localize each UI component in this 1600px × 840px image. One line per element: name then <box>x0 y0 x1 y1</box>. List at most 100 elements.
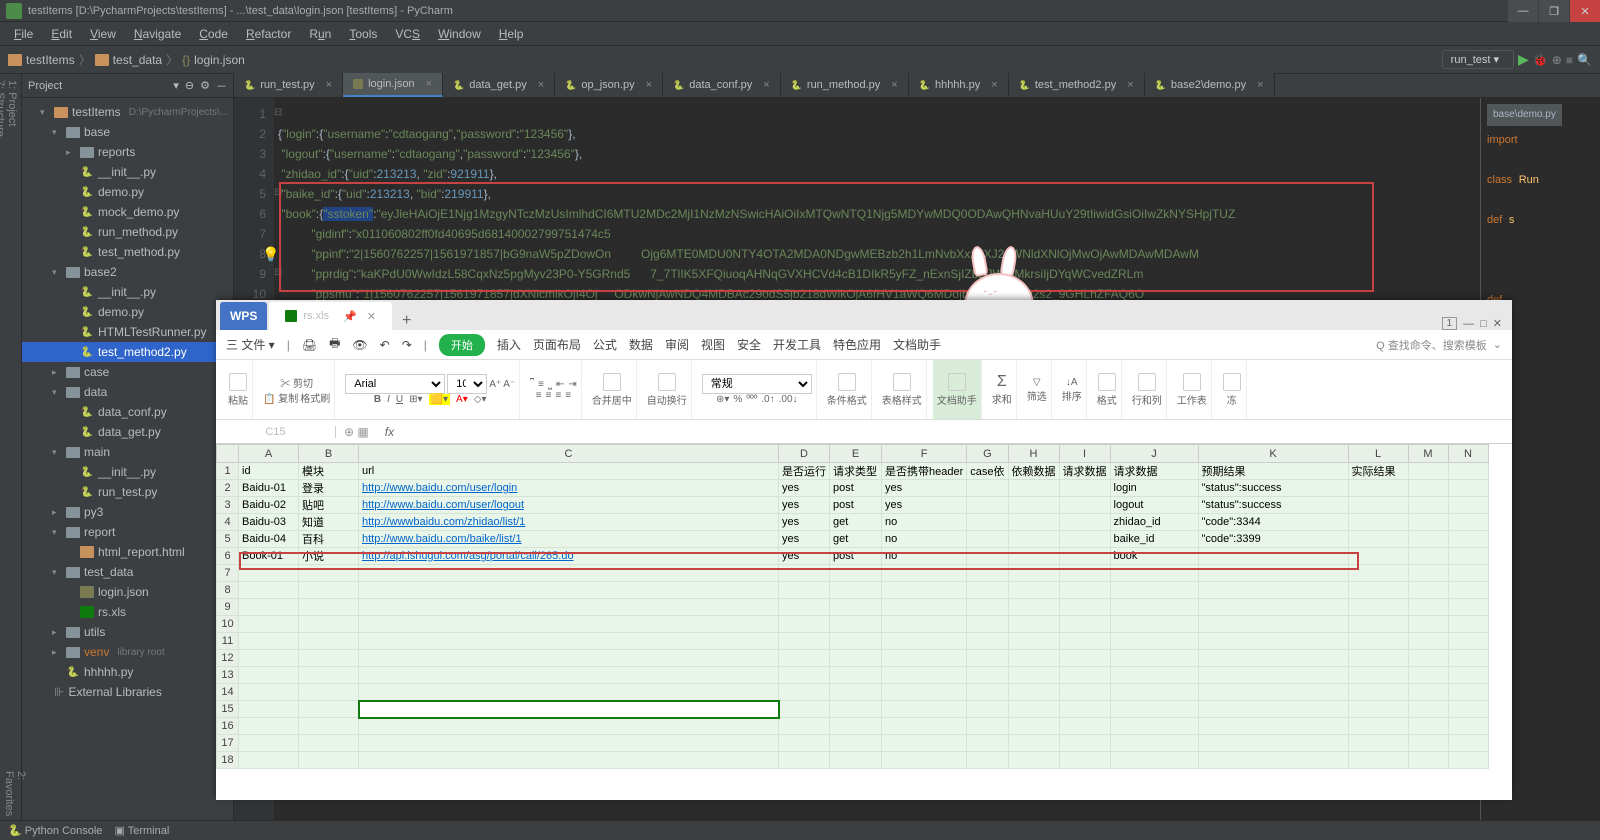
wps-tab-insert[interactable]: 插入 <box>497 336 521 353</box>
wps-tab-data[interactable]: 数据 <box>629 336 653 353</box>
sort-icon[interactable]: ↓A <box>1066 377 1078 388</box>
table-row[interactable]: 8 <box>217 582 1489 599</box>
fold-icon[interactable]: ⊟ <box>274 267 282 278</box>
align-right-icon[interactable]: ≡ <box>555 390 561 401</box>
fx-tools[interactable]: ⊕ ▦ <box>336 425 377 439</box>
tree-node[interactable]: 🐍__init__.py <box>22 162 233 182</box>
rowcol-icon[interactable] <box>1138 373 1156 391</box>
bold-button[interactable]: B <box>374 394 381 405</box>
debug-icon[interactable]: 🐞 <box>1533 53 1548 67</box>
comma-icon[interactable]: ººº <box>746 394 757 405</box>
editor-tab[interactable]: 🐍hhhhh.py× <box>909 73 1009 97</box>
wps-tab-view[interactable]: 视图 <box>701 336 725 353</box>
align-left-icon[interactable]: ≡ <box>536 390 542 401</box>
tree-node[interactable]: 🐍test_method.py <box>22 242 233 262</box>
wps-ql-icon[interactable]: 🖶 <box>329 334 340 355</box>
split-tab[interactable]: base\demo.py <box>1487 104 1562 126</box>
menu-code[interactable]: Code <box>191 24 236 44</box>
tool-project[interactable]: 1: Project <box>6 80 18 806</box>
fav-tool[interactable]: 2: Favorites <box>3 771 27 816</box>
table-row[interactable]: 15 <box>217 701 1489 718</box>
editor-tab[interactable]: 🐍data_conf.py× <box>663 73 781 97</box>
worksheet-icon[interactable] <box>1183 373 1201 391</box>
currency-icon[interactable]: ⊛▾ <box>716 394 729 405</box>
font-color-button[interactable]: A▾ <box>456 394 468 405</box>
wps-tab-dev[interactable]: 开发工具 <box>773 336 821 353</box>
fill-button[interactable]: 🟨▾ <box>429 394 450 405</box>
dec-font-icon[interactable]: A⁻ <box>503 379 515 390</box>
editor-tab[interactable]: 🐍base2\demo.py× <box>1145 73 1275 97</box>
tree-node[interactable]: 🐍test_method2.py <box>22 342 233 362</box>
menu-navigate[interactable]: Navigate <box>126 24 189 44</box>
wps-tab-doc[interactable]: 文档助手 <box>893 336 941 353</box>
border-button[interactable]: ⊞▾ <box>409 394 422 405</box>
run-icon[interactable]: ▶ <box>1518 51 1529 68</box>
wps-tab-formula[interactable]: 公式 <box>593 336 617 353</box>
wps-close-icon[interactable]: ✕ <box>1493 317 1502 330</box>
table-row[interactable]: 4Baidu-03知道http://wwwbaidu.com/zhidao/li… <box>217 514 1489 531</box>
lightbulb-icon[interactable]: 💡 <box>262 246 279 263</box>
tree-node[interactable]: 🐍data_get.py <box>22 422 233 442</box>
breadcrumb-item[interactable]: login.json <box>194 53 245 67</box>
wps-min-icon[interactable]: — <box>1463 318 1474 330</box>
dec-dec-icon[interactable]: .00↓ <box>779 394 798 405</box>
terminal-tool[interactable]: ▣ Terminal <box>114 824 169 837</box>
table-row[interactable]: 6Book-01小说http://api.ishugui.com/asg/por… <box>217 548 1489 565</box>
table-row[interactable]: 3Baidu-02贴吧http://www.baidu.com/user/log… <box>217 497 1489 514</box>
collapse-icon[interactable]: ⊖ <box>185 79 194 92</box>
tree-node[interactable]: rs.xls <box>22 602 233 622</box>
align-top-icon[interactable]: ⎴ <box>530 379 534 390</box>
pin-icon[interactable]: 📌 <box>343 310 357 323</box>
tree-node[interactable]: ▾report <box>22 522 233 542</box>
maximize-button[interactable]: ❐ <box>1539 0 1569 22</box>
align-center-icon[interactable]: ≡ <box>546 390 552 401</box>
wps-search[interactable]: Q 查找命令、搜索模板 <box>1376 337 1487 353</box>
tree-node[interactable]: html_report.html <box>22 542 233 562</box>
menu-help[interactable]: Help <box>491 24 532 44</box>
tree-node[interactable]: ▸reports <box>22 142 233 162</box>
wps-undo-icon[interactable]: ↶ <box>380 338 390 352</box>
editor-tab[interactable]: 🐍run_method.py× <box>781 73 909 97</box>
align-mid-icon[interactable]: ≡ <box>538 379 544 390</box>
indent-right-icon[interactable]: ⇥ <box>568 379 576 390</box>
align-bot-icon[interactable]: ⎵ <box>548 379 552 390</box>
tree-node[interactable]: ▾base <box>22 122 233 142</box>
menu-vcs[interactable]: VCS <box>387 24 428 44</box>
tree-node[interactable]: 🐍mock_demo.py <box>22 202 233 222</box>
tree-node[interactable]: 🐍HTMLTestRunner.py <box>22 322 233 342</box>
stop-icon[interactable]: ■ <box>1566 53 1573 67</box>
tree-node[interactable]: 🐍run_method.py <box>22 222 233 242</box>
wps-file-tab[interactable]: rs.xls 📌 ✕ <box>269 302 392 330</box>
table-row[interactable]: 16 <box>217 718 1489 735</box>
tree-node[interactable]: ▸venv library root <box>22 642 233 662</box>
new-tab-button[interactable]: + <box>402 312 411 330</box>
tree-node[interactable]: ▸case <box>22 362 233 382</box>
cond-fmt-icon[interactable] <box>838 373 856 391</box>
tree-node[interactable]: login.json <box>22 582 233 602</box>
fold-icon[interactable]: ⊟ <box>274 107 282 118</box>
tree-node[interactable]: 🐍__init__.py <box>22 282 233 302</box>
table-row[interactable]: 1id模块url是否运行请求类型是否携带headercase依依赖数据请求数据请… <box>217 463 1489 480</box>
menu-tools[interactable]: Tools <box>341 24 385 44</box>
font-select[interactable]: Arial <box>345 374 445 394</box>
table-row[interactable]: 13 <box>217 667 1489 684</box>
editor-tab[interactable]: 🐍data_get.py× <box>443 73 555 97</box>
breadcrumb-item[interactable]: testItems <box>26 53 75 67</box>
fold-icon[interactable]: ⊟ <box>274 187 282 198</box>
menu-run[interactable]: Run <box>301 24 339 44</box>
table-row[interactable]: 5Baidu-04百科http://www.baidu.com/baike/li… <box>217 531 1489 548</box>
table-row[interactable]: 14 <box>217 684 1489 701</box>
freeze-icon[interactable] <box>1223 373 1241 391</box>
wps-max-icon[interactable]: □ <box>1480 318 1487 330</box>
tree-node[interactable]: 🐍run_test.py <box>22 482 233 502</box>
dec-inc-icon[interactable]: .0↑ <box>761 394 774 405</box>
hide-icon[interactable]: － <box>216 78 227 94</box>
table-row[interactable]: 7 <box>217 565 1489 582</box>
table-row[interactable]: 18 <box>217 752 1489 769</box>
table-row[interactable]: 10 <box>217 616 1489 633</box>
python-console-tool[interactable]: 🐍 Python Console <box>8 824 102 837</box>
menu-view[interactable]: View <box>82 24 124 44</box>
align-justify-icon[interactable]: ≡ <box>565 390 571 401</box>
table-row[interactable]: 2Baidu-01登录http://www.baidu.com/user/log… <box>217 480 1489 497</box>
wps-tab-special[interactable]: 特色应用 <box>833 336 881 353</box>
